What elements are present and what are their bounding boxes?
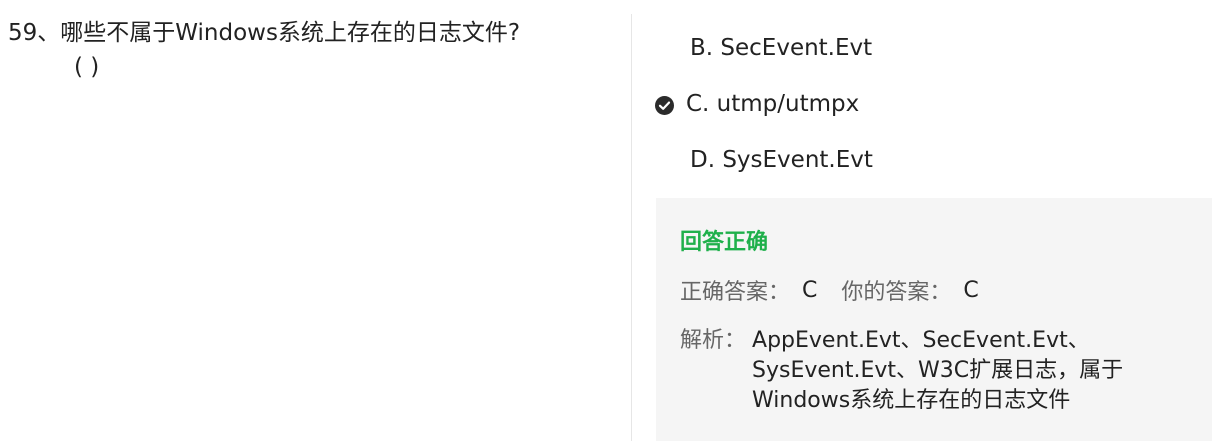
correct-answer-value: C [802,277,818,303]
answer-result-box: 回答正确 正确答案： C 你的答案： C 解析： AppEvent.Evt、Se… [656,198,1212,441]
answer-row: 正确答案： C 你的答案： C [680,274,1003,306]
quiz-page: 59、哪些不属于Windows系统上存在的日志文件? ( ) B. SecEve… [0,0,1212,441]
option-d[interactable]: D. SysEvent.Evt [655,142,873,178]
question-panel: 59、哪些不属于Windows系统上存在的日志文件? ( ) [0,0,630,441]
analysis: 解析： AppEvent.Evt、SecEvent.Evt、SysEvent.E… [680,326,1200,416]
option-c-label: C. utmp/utmpx [686,91,860,117]
answer-blank: ( ) [74,54,100,80]
option-d-label: D. SysEvent.Evt [690,147,873,173]
your-answer-label: 你的答案： [841,280,952,305]
analysis-text: AppEvent.Evt、SecEvent.Evt、SysEvent.Evt、W… [752,328,1124,413]
question-text: 59、哪些不属于Windows系统上存在的日志文件? [8,20,521,46]
result-status: 回答正确 [680,230,769,255]
check-circle-icon [655,95,674,115]
analysis-label: 解析： [680,328,747,353]
option-b-label: B. SecEvent.Evt [690,35,873,61]
correct-answer-label: 正确答案： [680,280,791,305]
panel-divider [631,14,632,441]
option-b[interactable]: B. SecEvent.Evt [655,30,872,66]
option-c[interactable]: C. utmp/utmpx [655,86,859,122]
your-answer-value: C [963,277,979,303]
